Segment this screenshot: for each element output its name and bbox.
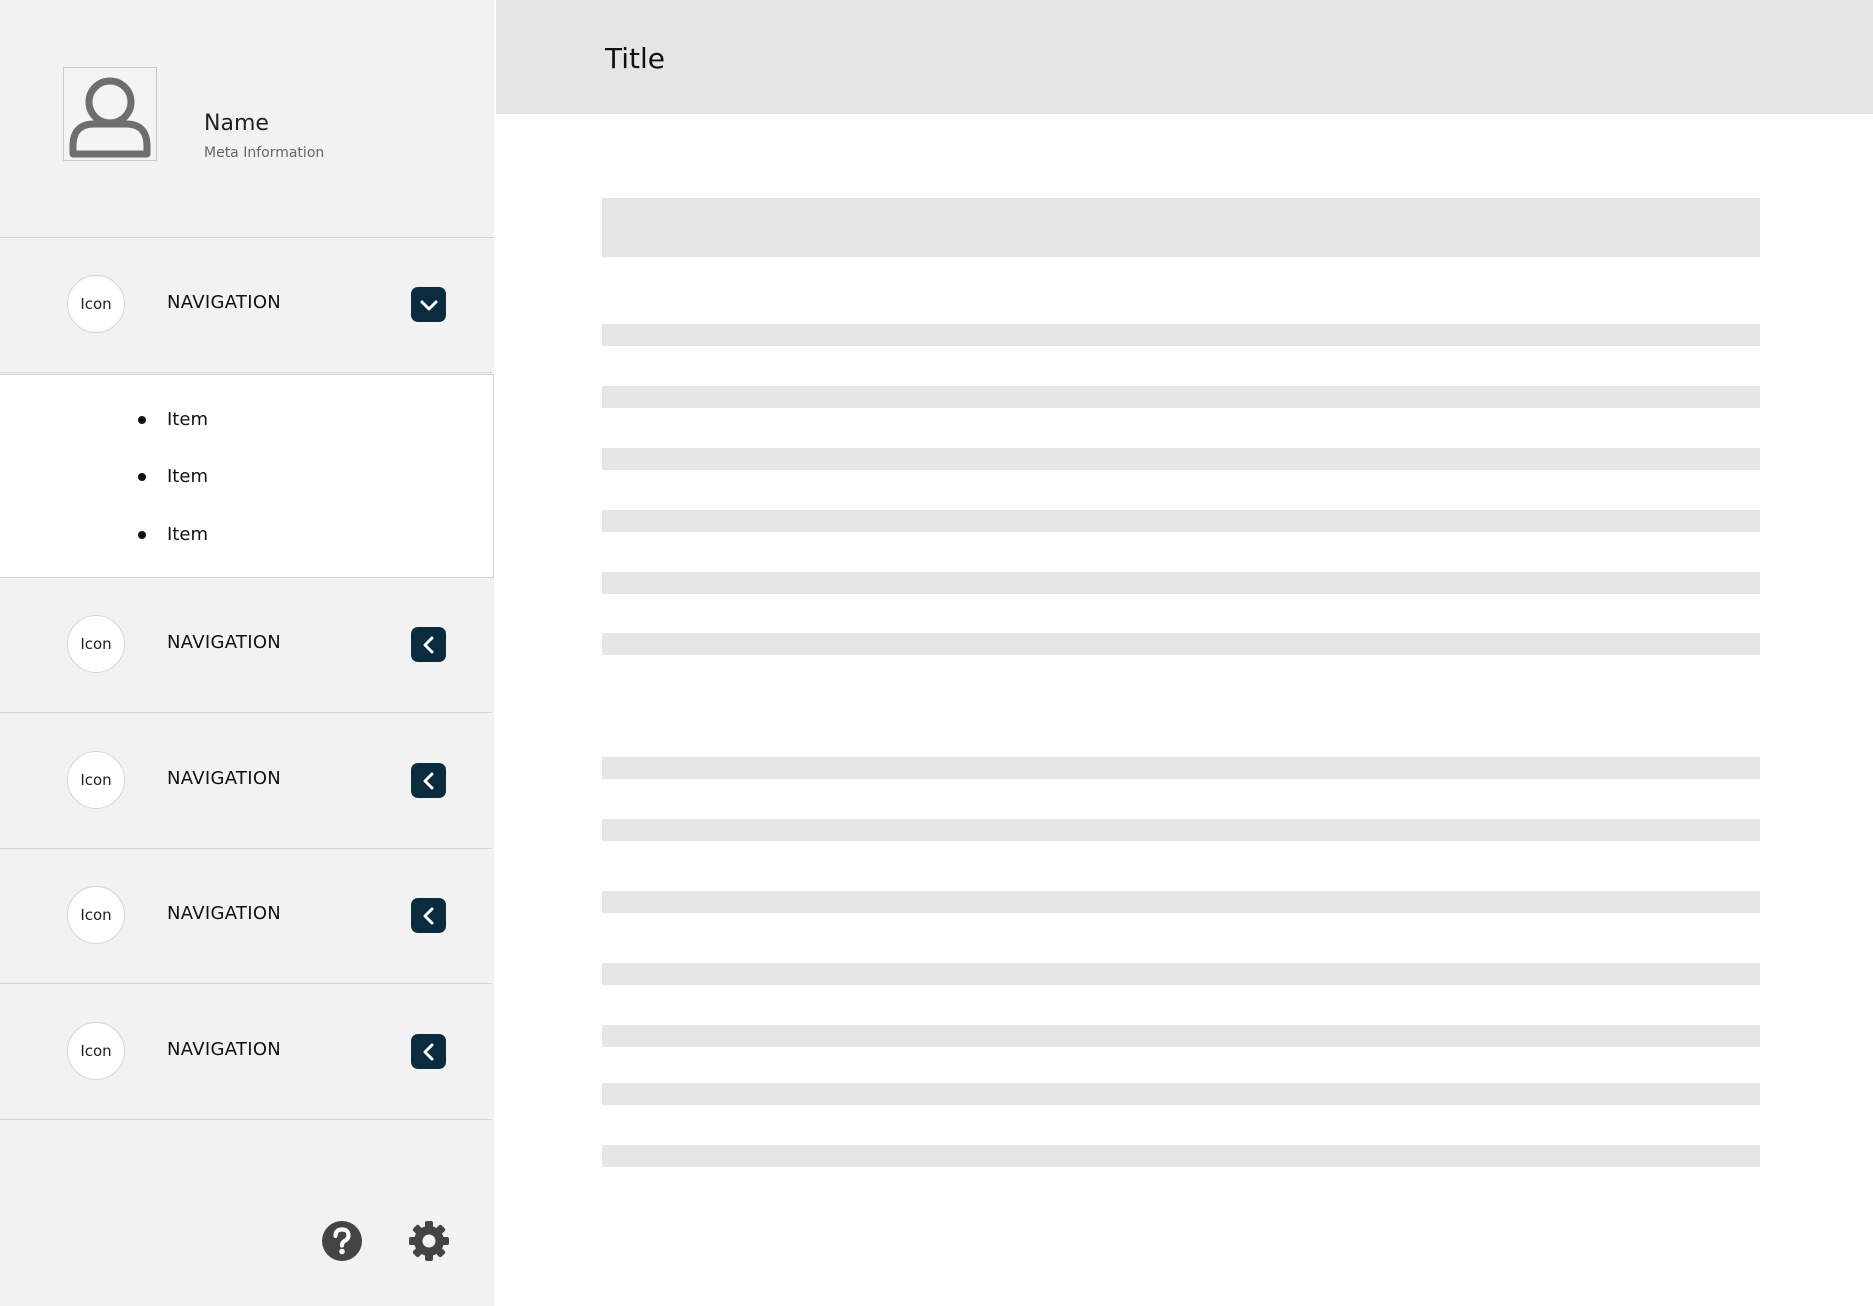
text-placeholder-line — [602, 1145, 1760, 1167]
nav-icon-placeholder: Icon — [67, 751, 125, 809]
profile-meta: Meta Information — [204, 145, 325, 161]
text-placeholder-line — [602, 757, 1760, 779]
expand-toggle-button[interactable] — [411, 898, 446, 933]
settings-icon — [409, 1221, 449, 1261]
nav-icon-placeholder: Icon — [67, 275, 125, 333]
text-placeholder-line — [602, 510, 1760, 532]
avatar[interactable] — [63, 67, 157, 161]
text-placeholder-line — [602, 448, 1760, 470]
profile-name: Name — [204, 111, 269, 136]
nav-item-1[interactable]: Icon NAVIGATION — [0, 238, 492, 373]
submenu-label: Item — [167, 409, 208, 430]
text-placeholder-line — [602, 324, 1760, 346]
chevron-left-icon — [423, 907, 433, 924]
submenu-label: Item — [167, 466, 208, 487]
text-placeholder-line — [602, 819, 1760, 841]
content-placeholder-block — [602, 198, 1760, 257]
expand-toggle-button[interactable] — [411, 287, 446, 322]
chevron-left-icon — [423, 772, 433, 789]
sidebar: Name Meta Information Icon NAVIGATION It… — [0, 0, 494, 1306]
chevron-left-icon — [423, 636, 433, 653]
text-placeholder-line — [602, 633, 1760, 655]
chevron-down-icon — [420, 300, 437, 310]
user-icon — [69, 77, 151, 158]
nav-icon-placeholder: Icon — [67, 886, 125, 944]
profile-panel: Name Meta Information — [0, 0, 494, 238]
submenu: Item Item Item — [0, 374, 494, 578]
bullet — [138, 531, 146, 539]
submenu-item[interactable]: Item — [0, 400, 494, 440]
nav-label: NAVIGATION — [167, 768, 282, 789]
nav-label: NAVIGATION — [167, 1039, 282, 1060]
nav-icon-placeholder: Icon — [67, 1022, 125, 1080]
bullet — [138, 416, 146, 424]
text-placeholder-line — [602, 1083, 1760, 1105]
text-placeholder-line — [602, 963, 1760, 985]
settings-button[interactable] — [407, 1219, 451, 1263]
nav-item-4[interactable]: Icon NAVIGATION — [0, 849, 492, 984]
expand-toggle-button[interactable] — [411, 763, 446, 798]
expand-toggle-button[interactable] — [411, 1034, 446, 1069]
nav-item-2[interactable]: Icon NAVIGATION — [0, 578, 492, 713]
nav-icon-placeholder: Icon — [67, 615, 125, 673]
nav-item-3[interactable]: Icon NAVIGATION — [0, 714, 492, 849]
submenu-item[interactable]: Item — [0, 457, 494, 497]
nav-label: NAVIGATION — [167, 903, 282, 924]
nav-item-5[interactable]: Icon NAVIGATION — [0, 985, 492, 1120]
submenu-item[interactable]: Item — [0, 515, 494, 555]
text-placeholder-line — [602, 1025, 1760, 1047]
submenu-label: Item — [167, 524, 208, 545]
text-placeholder-line — [602, 386, 1760, 408]
page-header: Title — [496, 0, 1873, 114]
chevron-left-icon — [423, 1043, 433, 1060]
nav-label: NAVIGATION — [167, 292, 282, 313]
text-placeholder-line — [602, 891, 1760, 913]
nav-label: NAVIGATION — [167, 632, 282, 653]
page-title: Title — [605, 42, 666, 75]
text-placeholder-line — [602, 572, 1760, 594]
help-button[interactable] — [320, 1219, 364, 1263]
app-root: Name Meta Information Icon NAVIGATION It… — [0, 0, 1873, 1306]
expand-toggle-button[interactable] — [411, 627, 446, 662]
bullet — [138, 473, 146, 481]
help-icon — [322, 1221, 362, 1261]
